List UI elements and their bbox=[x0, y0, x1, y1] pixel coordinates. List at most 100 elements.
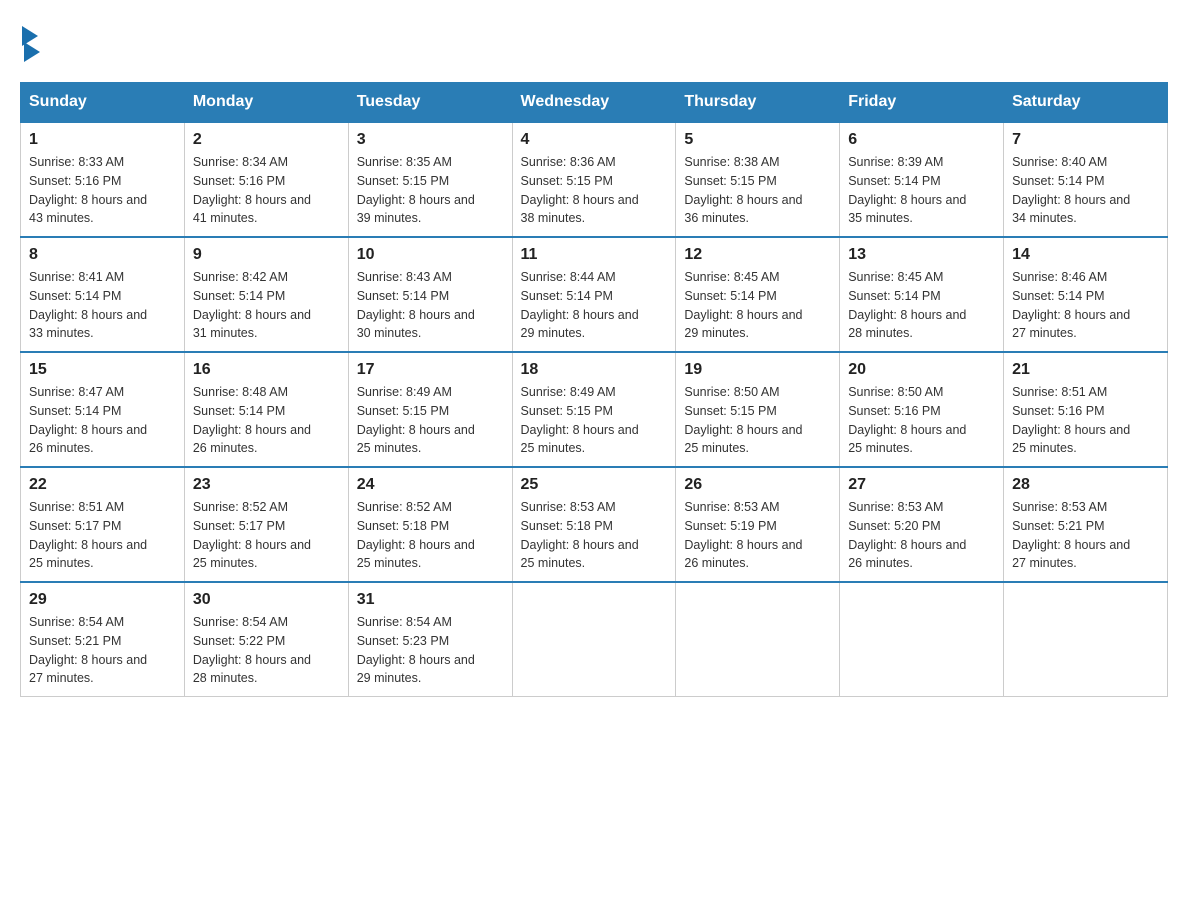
day-number: 3 bbox=[357, 131, 504, 149]
calendar-day-cell: 28 Sunrise: 8:53 AMSunset: 5:21 PMDaylig… bbox=[1004, 467, 1168, 582]
calendar-day-cell: 2 Sunrise: 8:34 AMSunset: 5:16 PMDayligh… bbox=[184, 122, 348, 237]
day-number: 22 bbox=[29, 476, 176, 494]
day-number: 17 bbox=[357, 361, 504, 379]
day-info: Sunrise: 8:52 AMSunset: 5:17 PMDaylight:… bbox=[193, 498, 340, 573]
calendar-header-row: Sunday Monday Tuesday Wednesday Thursday… bbox=[21, 83, 1168, 123]
day-number: 21 bbox=[1012, 361, 1159, 379]
day-info: Sunrise: 8:45 AMSunset: 5:14 PMDaylight:… bbox=[848, 268, 995, 343]
day-info: Sunrise: 8:41 AMSunset: 5:14 PMDaylight:… bbox=[29, 268, 176, 343]
day-info: Sunrise: 8:48 AMSunset: 5:14 PMDaylight:… bbox=[193, 383, 340, 458]
calendar-day-cell: 27 Sunrise: 8:53 AMSunset: 5:20 PMDaylig… bbox=[840, 467, 1004, 582]
day-info: Sunrise: 8:34 AMSunset: 5:16 PMDaylight:… bbox=[193, 153, 340, 228]
day-info: Sunrise: 8:43 AMSunset: 5:14 PMDaylight:… bbox=[357, 268, 504, 343]
day-number: 20 bbox=[848, 361, 995, 379]
calendar-day-cell: 5 Sunrise: 8:38 AMSunset: 5:15 PMDayligh… bbox=[676, 122, 840, 237]
calendar-day-cell: 14 Sunrise: 8:46 AMSunset: 5:14 PMDaylig… bbox=[1004, 237, 1168, 352]
calendar-table: Sunday Monday Tuesday Wednesday Thursday… bbox=[20, 82, 1168, 697]
day-info: Sunrise: 8:53 AMSunset: 5:18 PMDaylight:… bbox=[521, 498, 668, 573]
day-info: Sunrise: 8:49 AMSunset: 5:15 PMDaylight:… bbox=[357, 383, 504, 458]
day-number: 7 bbox=[1012, 131, 1159, 149]
day-number: 26 bbox=[684, 476, 831, 494]
calendar-day-cell: 25 Sunrise: 8:53 AMSunset: 5:18 PMDaylig… bbox=[512, 467, 676, 582]
day-number: 6 bbox=[848, 131, 995, 149]
calendar-day-cell: 10 Sunrise: 8:43 AMSunset: 5:14 PMDaylig… bbox=[348, 237, 512, 352]
calendar-day-cell: 21 Sunrise: 8:51 AMSunset: 5:16 PMDaylig… bbox=[1004, 352, 1168, 467]
day-info: Sunrise: 8:36 AMSunset: 5:15 PMDaylight:… bbox=[521, 153, 668, 228]
calendar-day-cell: 18 Sunrise: 8:49 AMSunset: 5:15 PMDaylig… bbox=[512, 352, 676, 467]
header-tuesday: Tuesday bbox=[348, 83, 512, 123]
header-monday: Monday bbox=[184, 83, 348, 123]
calendar-day-cell: 3 Sunrise: 8:35 AMSunset: 5:15 PMDayligh… bbox=[348, 122, 512, 237]
day-number: 11 bbox=[521, 246, 668, 264]
calendar-day-cell: 7 Sunrise: 8:40 AMSunset: 5:14 PMDayligh… bbox=[1004, 122, 1168, 237]
calendar-day-cell: 4 Sunrise: 8:36 AMSunset: 5:15 PMDayligh… bbox=[512, 122, 676, 237]
calendar-day-cell: 29 Sunrise: 8:54 AMSunset: 5:21 PMDaylig… bbox=[21, 582, 185, 697]
calendar-day-cell: 17 Sunrise: 8:49 AMSunset: 5:15 PMDaylig… bbox=[348, 352, 512, 467]
calendar-day-cell: 9 Sunrise: 8:42 AMSunset: 5:14 PMDayligh… bbox=[184, 237, 348, 352]
day-number: 25 bbox=[521, 476, 668, 494]
day-info: Sunrise: 8:45 AMSunset: 5:14 PMDaylight:… bbox=[684, 268, 831, 343]
header-friday: Friday bbox=[840, 83, 1004, 123]
day-number: 15 bbox=[29, 361, 176, 379]
calendar-week-row: 29 Sunrise: 8:54 AMSunset: 5:21 PMDaylig… bbox=[21, 582, 1168, 697]
calendar-week-row: 1 Sunrise: 8:33 AMSunset: 5:16 PMDayligh… bbox=[21, 122, 1168, 237]
day-number: 10 bbox=[357, 246, 504, 264]
calendar-day-cell: 6 Sunrise: 8:39 AMSunset: 5:14 PMDayligh… bbox=[840, 122, 1004, 237]
day-number: 16 bbox=[193, 361, 340, 379]
calendar-day-cell: 23 Sunrise: 8:52 AMSunset: 5:17 PMDaylig… bbox=[184, 467, 348, 582]
day-info: Sunrise: 8:52 AMSunset: 5:18 PMDaylight:… bbox=[357, 498, 504, 573]
calendar-day-cell: 31 Sunrise: 8:54 AMSunset: 5:23 PMDaylig… bbox=[348, 582, 512, 697]
day-number: 29 bbox=[29, 591, 176, 609]
day-info: Sunrise: 8:47 AMSunset: 5:14 PMDaylight:… bbox=[29, 383, 176, 458]
day-info: Sunrise: 8:51 AMSunset: 5:17 PMDaylight:… bbox=[29, 498, 176, 573]
calendar-day-cell: 12 Sunrise: 8:45 AMSunset: 5:14 PMDaylig… bbox=[676, 237, 840, 352]
day-number: 4 bbox=[521, 131, 668, 149]
header-wednesday: Wednesday bbox=[512, 83, 676, 123]
calendar-day-cell bbox=[840, 582, 1004, 697]
calendar-day-cell bbox=[676, 582, 840, 697]
day-info: Sunrise: 8:46 AMSunset: 5:14 PMDaylight:… bbox=[1012, 268, 1159, 343]
day-info: Sunrise: 8:40 AMSunset: 5:14 PMDaylight:… bbox=[1012, 153, 1159, 228]
day-number: 18 bbox=[521, 361, 668, 379]
day-info: Sunrise: 8:33 AMSunset: 5:16 PMDaylight:… bbox=[29, 153, 176, 228]
day-number: 31 bbox=[357, 591, 504, 609]
calendar-day-cell: 19 Sunrise: 8:50 AMSunset: 5:15 PMDaylig… bbox=[676, 352, 840, 467]
day-info: Sunrise: 8:44 AMSunset: 5:14 PMDaylight:… bbox=[521, 268, 668, 343]
day-number: 23 bbox=[193, 476, 340, 494]
header-saturday: Saturday bbox=[1004, 83, 1168, 123]
day-info: Sunrise: 8:54 AMSunset: 5:23 PMDaylight:… bbox=[357, 613, 504, 688]
day-number: 30 bbox=[193, 591, 340, 609]
day-info: Sunrise: 8:39 AMSunset: 5:14 PMDaylight:… bbox=[848, 153, 995, 228]
page-header bbox=[20, 20, 1168, 62]
day-info: Sunrise: 8:54 AMSunset: 5:21 PMDaylight:… bbox=[29, 613, 176, 688]
day-number: 19 bbox=[684, 361, 831, 379]
header-sunday: Sunday bbox=[21, 83, 185, 123]
day-number: 9 bbox=[193, 246, 340, 264]
day-info: Sunrise: 8:49 AMSunset: 5:15 PMDaylight:… bbox=[521, 383, 668, 458]
day-number: 8 bbox=[29, 246, 176, 264]
calendar-week-row: 22 Sunrise: 8:51 AMSunset: 5:17 PMDaylig… bbox=[21, 467, 1168, 582]
header-thursday: Thursday bbox=[676, 83, 840, 123]
calendar-day-cell: 24 Sunrise: 8:52 AMSunset: 5:18 PMDaylig… bbox=[348, 467, 512, 582]
calendar-day-cell: 16 Sunrise: 8:48 AMSunset: 5:14 PMDaylig… bbox=[184, 352, 348, 467]
day-number: 13 bbox=[848, 246, 995, 264]
calendar-week-row: 15 Sunrise: 8:47 AMSunset: 5:14 PMDaylig… bbox=[21, 352, 1168, 467]
calendar-day-cell: 15 Sunrise: 8:47 AMSunset: 5:14 PMDaylig… bbox=[21, 352, 185, 467]
calendar-day-cell: 13 Sunrise: 8:45 AMSunset: 5:14 PMDaylig… bbox=[840, 237, 1004, 352]
day-info: Sunrise: 8:50 AMSunset: 5:16 PMDaylight:… bbox=[848, 383, 995, 458]
calendar-day-cell bbox=[1004, 582, 1168, 697]
logo bbox=[20, 20, 42, 62]
calendar-day-cell: 22 Sunrise: 8:51 AMSunset: 5:17 PMDaylig… bbox=[21, 467, 185, 582]
calendar-day-cell: 1 Sunrise: 8:33 AMSunset: 5:16 PMDayligh… bbox=[21, 122, 185, 237]
day-number: 14 bbox=[1012, 246, 1159, 264]
calendar-day-cell: 20 Sunrise: 8:50 AMSunset: 5:16 PMDaylig… bbox=[840, 352, 1004, 467]
day-info: Sunrise: 8:35 AMSunset: 5:15 PMDaylight:… bbox=[357, 153, 504, 228]
day-info: Sunrise: 8:53 AMSunset: 5:21 PMDaylight:… bbox=[1012, 498, 1159, 573]
calendar-week-row: 8 Sunrise: 8:41 AMSunset: 5:14 PMDayligh… bbox=[21, 237, 1168, 352]
day-number: 1 bbox=[29, 131, 176, 149]
day-info: Sunrise: 8:51 AMSunset: 5:16 PMDaylight:… bbox=[1012, 383, 1159, 458]
day-number: 2 bbox=[193, 131, 340, 149]
day-info: Sunrise: 8:54 AMSunset: 5:22 PMDaylight:… bbox=[193, 613, 340, 688]
day-info: Sunrise: 8:38 AMSunset: 5:15 PMDaylight:… bbox=[684, 153, 831, 228]
logo-arrow-icon2 bbox=[24, 42, 40, 62]
